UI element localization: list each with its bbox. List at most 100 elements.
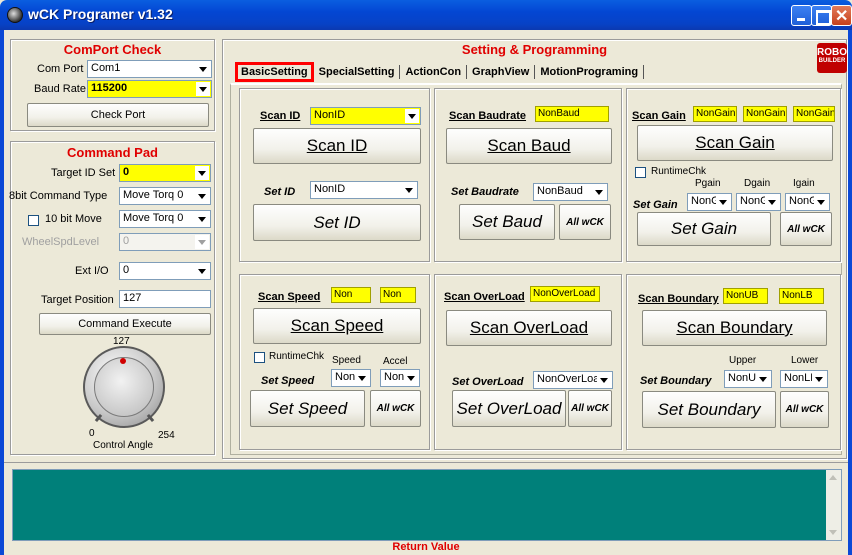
baud-rate-select[interactable]: 115200 xyxy=(87,80,212,98)
set-pgain-select[interactable]: NonG xyxy=(687,193,732,211)
set-accel-value: Non xyxy=(384,371,405,383)
scan-gain-button[interactable]: Scan Gain xyxy=(637,125,833,161)
scroll-up-icon[interactable] xyxy=(829,475,837,480)
set-baud-select[interactable]: NonBaud xyxy=(533,183,608,201)
check-port-button[interactable]: Check Port xyxy=(27,103,209,127)
ext-io-select[interactable]: 0 xyxy=(119,262,211,280)
set-gain-button[interactable]: Set Gain xyxy=(637,212,771,246)
gain-runtime-label: RuntimeChk xyxy=(651,166,707,177)
set-upper-select[interactable]: NonU xyxy=(724,370,772,388)
set-gain-label: Set Gain xyxy=(633,199,678,211)
scan-overload-title: Scan OverLoad xyxy=(444,291,525,303)
knob-min-marker xyxy=(94,413,103,423)
scan-boundary-title: Scan Boundary xyxy=(638,293,719,305)
scan-baud-button[interactable]: Scan Baud xyxy=(446,128,612,164)
scan-speed-button[interactable]: Scan Speed xyxy=(253,308,421,344)
set-overload-button[interactable]: Set OverLoad xyxy=(452,390,566,427)
set-accel-select[interactable]: Non xyxy=(380,369,420,387)
set-id-select[interactable]: NonID xyxy=(310,181,418,199)
set-lower-select[interactable]: NonLB xyxy=(780,370,828,388)
set-boundary-all-button[interactable]: All wCK xyxy=(780,391,829,428)
set-id-button[interactable]: Set ID xyxy=(253,204,421,241)
knob-inner xyxy=(94,357,154,417)
scan-id-value: NonID xyxy=(314,109,346,121)
target-position-label: Target Position xyxy=(41,294,114,306)
wheel-speed-value: 0 xyxy=(123,235,130,247)
chevron-down-icon xyxy=(195,212,209,226)
set-overload-label: Set OverLoad xyxy=(452,376,524,388)
set-baud-label: Set Baudrate xyxy=(451,186,519,198)
set-baud-button[interactable]: Set Baud xyxy=(459,204,555,240)
scroll-down-icon[interactable] xyxy=(829,530,837,535)
tab-action-con[interactable]: ActionCon xyxy=(405,66,461,78)
target-position-input[interactable]: 127 xyxy=(119,290,211,308)
scan-speed-panel: Scan Speed Non Non Scan Speed RuntimeChk… xyxy=(239,274,430,450)
setting-title: Setting & Programming xyxy=(461,42,608,57)
tab-motion-programing[interactable]: MotionPrograming xyxy=(540,66,638,78)
chevron-down-icon xyxy=(195,235,209,249)
scan-id-button[interactable]: Scan ID xyxy=(253,128,421,164)
com-port-select[interactable]: Com1 xyxy=(87,60,212,78)
set-speed-select[interactable]: Non xyxy=(331,369,371,387)
set-speed-value: Non xyxy=(335,371,356,383)
com-port-value: Com1 xyxy=(91,62,121,74)
cmd10-checkbox[interactable] xyxy=(28,215,39,226)
set-overload-all-button[interactable]: All wCK xyxy=(568,390,612,427)
comport-group: ComPort Check Com Port Com1 Baud Rate 11… xyxy=(10,39,215,131)
chevron-down-icon xyxy=(814,195,828,209)
scan-overload-value: NonOverLoad xyxy=(530,286,600,302)
cmd8-value: Move Torq 0 xyxy=(123,189,184,201)
return-value-label: Return Value xyxy=(392,541,460,553)
tab-separator xyxy=(534,65,536,79)
control-angle-knob[interactable] xyxy=(83,346,165,428)
scan-baud-title: Scan Baudrate xyxy=(449,110,527,122)
app-icon[interactable] xyxy=(7,7,23,23)
scan-boundary-button[interactable]: Scan Boundary xyxy=(642,310,827,346)
chevron-down-icon xyxy=(592,185,606,199)
scan-boundary-panel: Scan Boundary NonUB NonLB Scan Boundary … xyxy=(626,274,841,450)
control-angle-label: Control Angle xyxy=(93,440,154,451)
speed-runtime-checkbox[interactable] xyxy=(254,352,265,363)
set-boundary-button[interactable]: Set Boundary xyxy=(642,391,776,428)
scan-id-select[interactable]: NonID xyxy=(310,107,421,125)
tab-separator xyxy=(643,65,645,79)
chevron-down-icon xyxy=(404,371,418,385)
command-execute-button[interactable]: Command Execute xyxy=(39,313,211,335)
minimize-button[interactable] xyxy=(791,5,812,26)
set-speed-label: Set Speed xyxy=(261,375,315,387)
return-value-scrollbar[interactable] xyxy=(826,470,841,540)
set-speed-all-button[interactable]: All wCK xyxy=(370,390,421,427)
return-value-textarea[interactable] xyxy=(12,469,842,541)
set-dgain-select[interactable]: NonG xyxy=(736,193,781,211)
com-port-label: Com Port xyxy=(37,63,84,75)
close-button[interactable]: ✕ xyxy=(831,5,852,26)
tab-special-setting[interactable]: SpecialSetting xyxy=(319,66,395,78)
set-overload-select[interactable]: NonOverLoad xyxy=(533,371,613,389)
scan-overload-button[interactable]: Scan OverLoad xyxy=(446,310,612,346)
robobuilder-logo: ROBO BUILDER xyxy=(817,43,847,73)
tab-graph-view[interactable]: GraphView xyxy=(472,66,529,78)
command-pad-title: Command Pad xyxy=(66,145,158,160)
set-baud-all-button[interactable]: All wCK xyxy=(559,204,611,240)
window-title: wCK Programer v1.32 xyxy=(28,6,173,22)
maximize-button[interactable] xyxy=(811,5,832,26)
cmd10-value: Move Torq 0 xyxy=(123,212,184,224)
knob-indicator xyxy=(120,358,126,364)
target-id-select[interactable]: 0 xyxy=(119,164,211,182)
chevron-down-icon xyxy=(756,372,770,386)
cmd8-label: 8bit Command Type xyxy=(9,190,108,202)
speed-runtime-label: RuntimeChk xyxy=(269,351,325,362)
scan-pgain-value: NonGain xyxy=(693,106,737,122)
set-baud-value: NonBaud xyxy=(537,185,583,197)
tab-basic-setting[interactable]: BasicSetting xyxy=(235,62,314,82)
cmd8-select[interactable]: Move Torq 0 xyxy=(119,187,211,205)
set-igain-select[interactable]: NonG xyxy=(785,193,830,211)
scan-gain-title: Scan Gain xyxy=(632,110,686,122)
set-gain-all-button[interactable]: All wCK xyxy=(780,212,832,246)
cmd10-select[interactable]: Move Torq 0 xyxy=(119,210,211,228)
comport-title: ComPort Check xyxy=(63,42,162,57)
wheel-speed-label: WheelSpdLevel xyxy=(22,236,100,248)
set-speed-button[interactable]: Set Speed xyxy=(250,390,365,427)
accel-label: Accel xyxy=(383,356,408,367)
gain-runtime-checkbox[interactable] xyxy=(635,167,646,178)
